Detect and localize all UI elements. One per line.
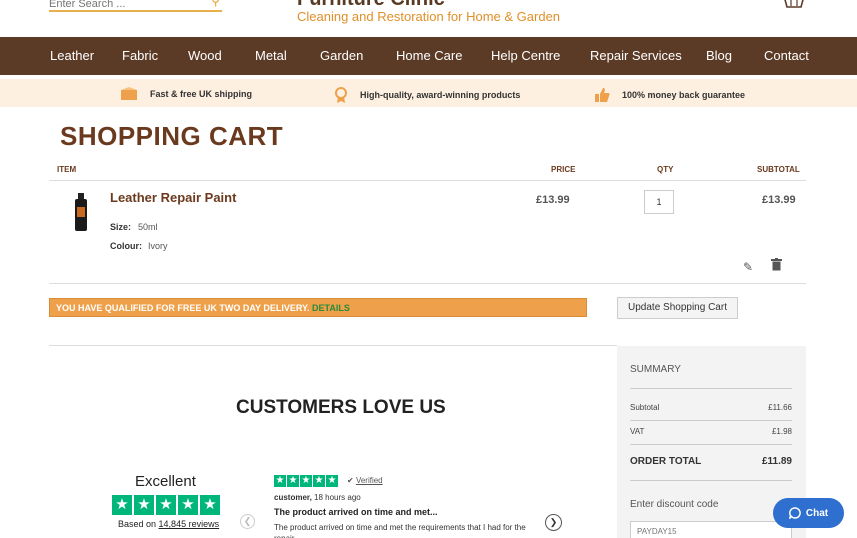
nav-item-repair-services[interactable]: Repair Services [590,48,682,63]
divider [49,283,806,284]
size-label: Size: [110,222,132,232]
divider [630,420,792,421]
star-icon: ★ [178,495,198,515]
reviews-heading: CUSTOMERS LOVE US [236,397,446,418]
subtotal-value: £11.66 [768,403,792,412]
item-price: £13.99 [536,194,570,206]
search-icon[interactable]: ⚲ [211,0,220,8]
benefits-bar: Fast & free UK shipping High-quality, aw… [0,79,857,107]
site-header: ⚲ Furniture Clinic Cleaning and Restorat… [0,0,857,37]
review-count-link[interactable]: 14,845 reviews [159,519,220,529]
review-stars: ★ ★ ★ ★ ★ [274,475,338,487]
product-image[interactable] [74,193,88,231]
trash-icon[interactable] [771,258,782,271]
column-header-subtotal: SUBTOTAL [757,165,800,174]
verified-badge: ✔ Verified [347,476,383,485]
benefit-label: 100% money back guarantee [622,90,746,100]
divider [49,180,806,181]
review-count-text: Based on 14,845 reviews [118,519,219,529]
chat-button[interactable]: Chat [773,498,844,528]
reviewer-name: customer, [274,493,312,502]
review-title: The product arrived on time and met... [274,507,438,517]
star-icon: ★ [287,475,299,487]
review-body: The product arrived on time and met the … [274,523,526,538]
free-delivery-banner: YOU HAVE QUALIFIED FOR FREE UK TWO DAY D… [49,298,587,317]
carousel-prev-button[interactable]: ❮ [240,514,255,529]
order-total-label: ORDER TOTAL [630,456,702,467]
nav-item-help-centre[interactable]: Help Centre [491,48,560,63]
page-title: SHOPPING CART [60,121,284,151]
star-icon: ★ [156,495,176,515]
verified-label: Verified [355,476,383,485]
nav-item-leather[interactable]: Leather [50,48,94,63]
benefit-label: Fast & free UK shipping [150,89,253,99]
nav-item-garden[interactable]: Garden [320,48,363,63]
search-bar[interactable]: ⚲ [49,0,222,12]
discount-label: Enter discount code [630,499,719,510]
item-subtotal: £13.99 [762,194,796,206]
colour-value: Ivory [148,241,168,251]
pencil-icon[interactable]: ✎ [743,260,753,274]
summary-vat-row: VAT £1.98 [630,427,792,436]
benefit-label: High-quality, award-winning products [360,90,521,100]
award-icon [335,87,347,103]
divider [630,388,792,389]
star-icon: ★ [326,475,338,487]
star-icon: ★ [112,495,132,515]
nav-item-home-care[interactable]: Home Care [396,48,462,63]
search-input[interactable] [49,0,199,11]
summary-subtotal-row: Subtotal £11.66 [630,403,792,412]
nav-item-metal[interactable]: Metal [255,48,287,63]
rating-stars: ★ ★ ★ ★ ★ [112,495,220,515]
thumbs-up-icon [595,88,610,102]
column-header-qty: QTY [657,165,674,174]
chat-label: Chat [805,507,829,519]
update-cart-button[interactable]: Update Shopping Cart [617,297,738,319]
nav-item-fabric[interactable]: Fabric [122,48,158,63]
vat-label: VAT [630,427,645,436]
quantity-input[interactable]: 1 [644,190,674,214]
column-header-price: PRICE [551,165,576,174]
divider [630,444,792,445]
summary-title: SUMMARY [630,364,681,375]
nav-item-contact[interactable]: Contact [764,48,809,63]
chat-bubble-icon [788,507,801,519]
benefit-shipping: Fast & free UK shipping [120,87,252,101]
delivery-box-icon [121,87,137,100]
star-icon: ★ [274,475,286,487]
nav-item-blog[interactable]: Blog [706,48,732,63]
column-header-item: ITEM [57,165,77,174]
benefit-guarantee: 100% money back guarantee [594,87,745,103]
product-name-link[interactable]: Leather Repair Paint [110,190,236,205]
subtotal-label: Subtotal [630,403,660,412]
nav-item-wood[interactable]: Wood [188,48,222,63]
based-on-label: Based on [118,519,157,529]
star-icon: ★ [300,475,312,487]
rating-word: Excellent [135,473,196,490]
colour-label: Colour: [110,241,142,251]
star-icon: ★ [200,495,220,515]
main-nav: Leather Fabric Wood Metal Garden Home Ca… [0,37,857,75]
carousel-next-button[interactable]: ❯ [545,514,562,531]
size-value: 50ml [138,222,158,232]
delivery-details-link[interactable]: DETAILS [312,303,350,313]
cart-icon[interactable] [783,0,805,8]
divider [630,480,792,481]
benefit-quality: High-quality, award-winning products [334,87,520,103]
vat-value: £1.98 [771,427,792,436]
order-total-row: ORDER TOTAL £11.89 [630,456,792,467]
delivery-message: YOU HAVE QUALIFIED FOR FREE UK TWO DAY D… [56,303,310,313]
star-icon: ★ [134,495,154,515]
reviewer-info: customer, 18 hours ago [274,493,361,502]
discount-code-input[interactable] [630,521,792,538]
order-total-value: £11.89 [761,456,792,467]
star-icon: ★ [313,475,325,487]
divider [49,345,617,346]
review-time: 18 hours ago [314,493,361,502]
logo-tagline: Cleaning and Restoration for Home & Gard… [297,9,561,24]
